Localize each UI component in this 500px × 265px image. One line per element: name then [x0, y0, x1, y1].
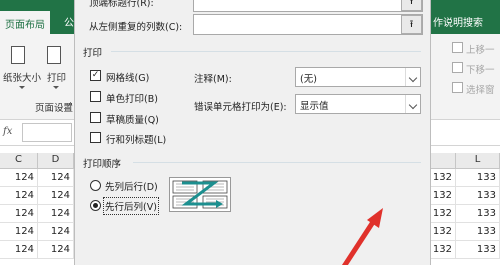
table-cell[interactable]: 124 [38, 205, 74, 223]
over-then-down-label: 先行后列(V) [103, 197, 159, 215]
page-order-preview-image [169, 177, 231, 212]
page-setup-dialog: 顶端标题行(R): ⭱ 从左侧重复的列数(C): ⭱ 打印 ✓ 网格线(G) 单… [74, 0, 431, 265]
collapse-dialog-icon[interactable]: ⭱ [401, 15, 422, 34]
table-cell[interactable]: 133 [456, 205, 500, 223]
title-cols-input[interactable]: ⭱ [193, 14, 423, 35]
row-col-headings-label: 行和列标题(L) [106, 135, 167, 146]
annotation-arrow-icon [341, 208, 383, 265]
column-header-l[interactable]: L [456, 153, 500, 169]
table-cell[interactable]: 132 [431, 187, 456, 205]
table-cell[interactable]: 133 [456, 169, 500, 187]
column-header-c[interactable]: C [0, 153, 38, 169]
print-area-button[interactable]: 打印 [47, 70, 66, 84]
table-cell[interactable]: 132 [431, 205, 456, 223]
chevron-down-icon[interactable] [405, 68, 420, 86]
chevron-down-icon[interactable] [53, 86, 59, 89]
table-cell[interactable]: 132 [431, 169, 456, 187]
print-section-title: 打印 [83, 45, 107, 59]
page-size-icon [11, 46, 25, 64]
cell-errors-select[interactable]: 显示值 [295, 94, 421, 114]
chevron-down-icon[interactable] [405, 95, 420, 113]
group-separator [133, 162, 421, 163]
formula-input[interactable] [22, 123, 72, 142]
send-backward-icon [452, 62, 463, 73]
bring-forward-button[interactable]: 上移一 [466, 42, 495, 56]
column-header-partial[interactable] [431, 153, 456, 169]
cell-errors-value: 显示值 [300, 101, 329, 112]
table-cell[interactable]: 133 [456, 223, 500, 241]
paper-size-button[interactable]: 纸张大小 [3, 70, 41, 84]
title-rows-label: 顶端标题行(R): [89, 0, 154, 9]
down-then-over-label: 先列后行(D) [105, 182, 158, 193]
table-cell[interactable]: 124 [38, 187, 74, 205]
monochrome-checkbox[interactable] [90, 91, 101, 102]
table-cell[interactable]: 124 [0, 169, 38, 187]
draft-quality-label: 草稿质量(Q) [106, 115, 159, 126]
table-cell[interactable]: 124 [0, 187, 38, 205]
tell-me-search[interactable]: 作说明搜索 [433, 14, 483, 29]
selection-pane-icon [452, 82, 463, 93]
table-cell[interactable]: 124 [0, 205, 38, 223]
table-cell[interactable]: 124 [0, 223, 38, 241]
table-cell[interactable]: 133 [456, 187, 500, 205]
draft-quality-checkbox[interactable] [90, 112, 101, 123]
collapse-dialog-icon[interactable]: ⭱ [401, 0, 422, 11]
table-cell[interactable]: 133 [456, 241, 500, 259]
tab-formulas[interactable]: 公 [64, 14, 74, 29]
chevron-down-icon[interactable] [19, 86, 25, 89]
send-backward-button[interactable]: 下移一 [466, 62, 495, 76]
dialog-launcher-icon[interactable] [64, 102, 71, 109]
gridlines-label: 网格线(G) [106, 73, 150, 84]
print-area-icon [47, 46, 61, 64]
bring-forward-icon [452, 42, 463, 53]
comments-value: (无) [300, 74, 317, 85]
gridlines-checkbox[interactable]: ✓ [90, 70, 101, 81]
table-cell[interactable]: 132 [431, 223, 456, 241]
group-separator [111, 51, 421, 52]
over-then-down-radio[interactable] [90, 200, 101, 211]
column-header-d[interactable]: D [38, 153, 74, 169]
page-order-section-title: 打印顺序 [83, 156, 126, 170]
function-icon[interactable]: fx [3, 126, 12, 137]
title-cols-label: 从左侧重复的列数(C): [89, 22, 183, 33]
table-cell[interactable]: 124 [38, 241, 74, 259]
selection-pane-button[interactable]: 选择窗 [466, 82, 495, 96]
tab-page-layout[interactable]: 页面布局 [0, 11, 50, 34]
monochrome-label: 单色打印(B) [106, 94, 158, 105]
row-col-headings-checkbox[interactable] [90, 132, 101, 143]
table-cell[interactable]: 132 [431, 241, 456, 259]
down-then-over-radio[interactable] [90, 180, 101, 191]
title-rows-input[interactable]: ⭱ [193, 0, 423, 12]
table-cell[interactable]: 124 [38, 169, 74, 187]
table-cell[interactable]: 124 [0, 241, 38, 259]
cell-errors-label: 错误单元格打印为(E): [194, 102, 287, 113]
comments-label: 注释(M): [194, 74, 232, 85]
table-cell[interactable]: 124 [38, 223, 74, 241]
comments-select[interactable]: (无) [295, 67, 421, 87]
